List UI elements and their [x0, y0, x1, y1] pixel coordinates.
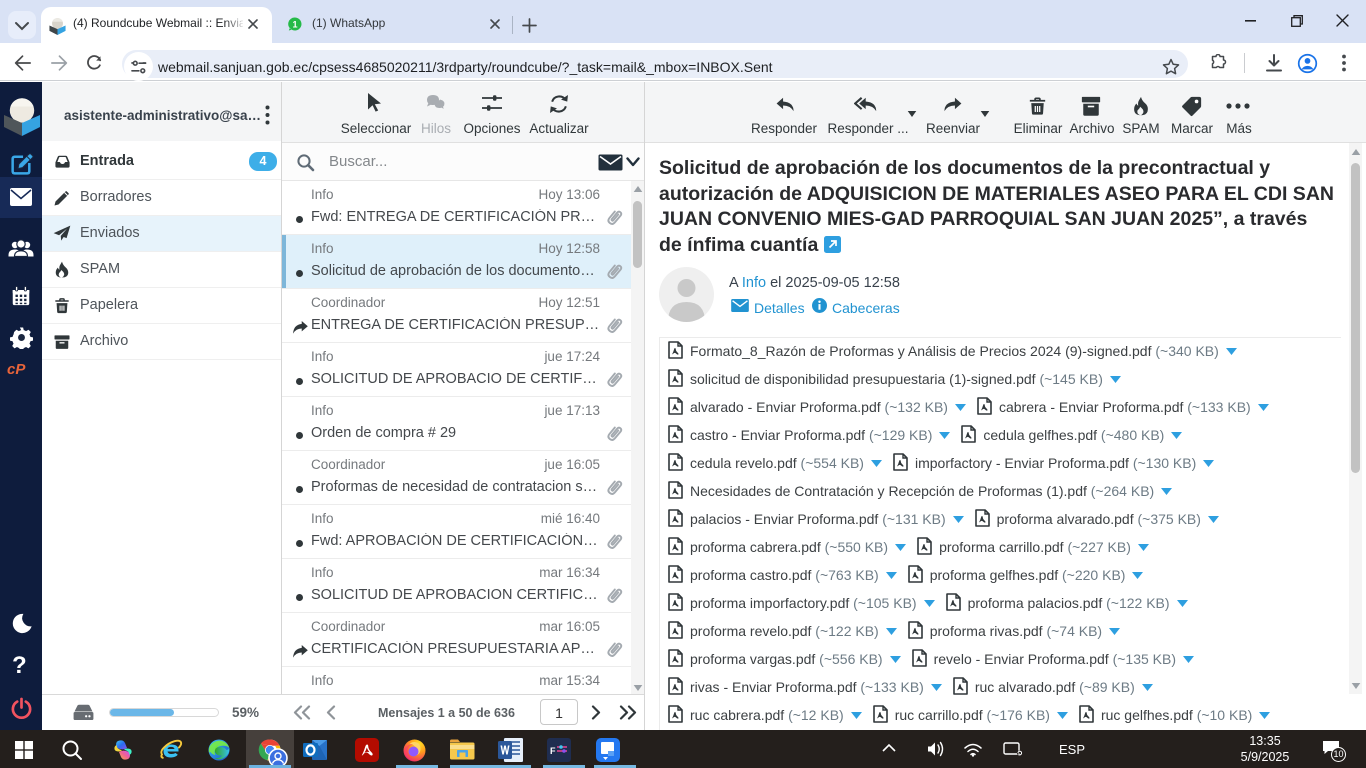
- svg-text:F: F: [550, 746, 556, 756]
- svg-text:1: 1: [292, 19, 297, 29]
